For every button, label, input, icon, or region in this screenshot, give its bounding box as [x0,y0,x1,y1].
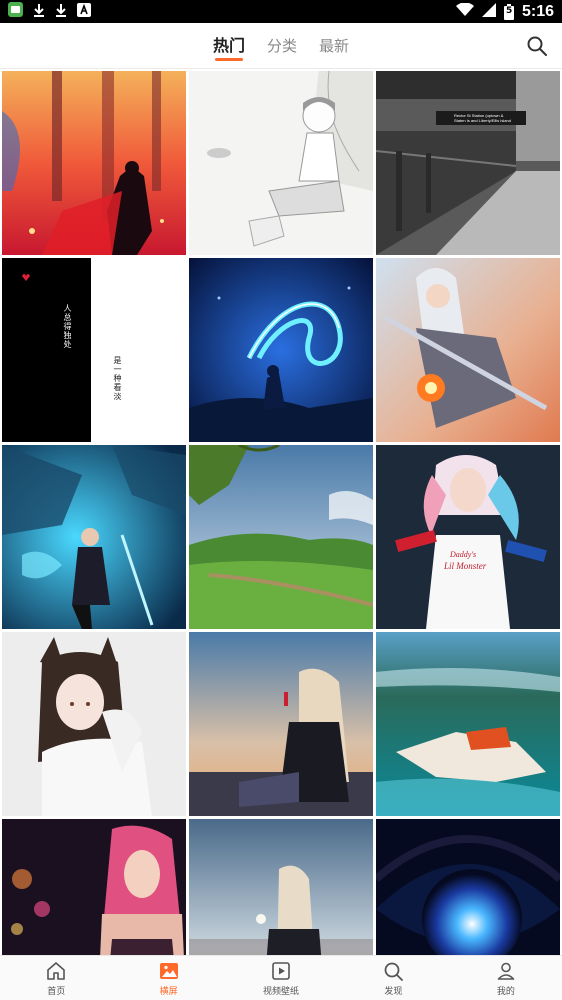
wallpaper-neon-city-girl[interactable] [2,819,186,955]
wallpaper-subway-station-platform[interactable]: Rector St Station (uptown & Staten Is an… [376,71,560,255]
wallpaper-girl-with-dandelion[interactable] [189,819,373,955]
battery-icon: 5 [503,3,514,20]
download-icon [33,3,45,21]
status-time: 5:16 [521,2,554,20]
shirt-text-1: Daddy's [449,550,476,559]
shirt-text-2: Lil Monster [443,561,487,571]
nav-home-label: 首页 [47,986,66,997]
wallpaper-text-1: 人总得独处 [63,304,72,349]
nav-video-wallpaper[interactable]: 视频壁纸 [225,956,337,1000]
wallpaper-underwater-swimmer[interactable] [376,632,560,816]
wallpaper-blue-armored-hero[interactable] [2,445,186,629]
wallpaper-blue-galaxy-eye[interactable] [376,819,560,955]
download-icon [55,3,67,21]
tab-category[interactable]: 分类 [267,23,297,69]
nav-discover-label: 发现 [384,986,403,997]
search-button[interactable] [526,35,548,57]
home-icon [47,961,66,980]
status-right-icons: 5 5:16 [455,1,554,21]
search-icon [527,36,547,56]
wallpaper-white-haired-swordsman[interactable] [376,258,560,442]
signal-icon [481,2,496,21]
nav-landscape[interactable]: 横屏 [112,956,224,1000]
nav-video-wallpaper-label: 视频壁纸 [263,986,300,997]
status-bar: 5 5:16 [0,0,562,23]
text-a-icon [77,2,91,21]
wallpaper-girl-sunset-city[interactable] [189,632,373,816]
wallpaper-green-hill-landscape[interactable] [189,445,373,629]
battery-level: 5 [505,5,513,16]
nav-profile-label: 我的 [496,986,515,997]
image-icon [159,962,178,979]
wallpaper-red-forest-warrior[interactable] [2,71,186,255]
status-left-icons [8,2,91,21]
wallpaper-blue-glowing-figure[interactable] [189,258,373,442]
search-icon [385,962,404,981]
subway-sign-line-2: Staten Is and Liberty/Ellis Island [454,118,511,123]
wifi-icon [455,1,474,21]
nav-home[interactable]: 首页 [0,956,112,1000]
video-icon [272,961,290,980]
tab-latest[interactable]: 最新 [319,23,349,69]
app-header: 热门 分类 最新 [0,23,562,69]
wallpaper-black-text[interactable]: 人总得独处 是一种看淡 [2,258,186,442]
nav-profile[interactable]: 我的 [450,956,562,1000]
nav-landscape-label: 横屏 [159,986,178,997]
wallpaper-harley-quinn-cosplay[interactable]: Daddy's Lil Monster [376,445,560,629]
wallpaper-grid: Rector St Station (uptown & Staten Is an… [0,69,562,955]
wallpaper-text-2: 是一种看淡 [113,356,122,401]
tab-hot[interactable]: 热门 [213,23,245,69]
tab-bar: 热门 分类 最新 [0,23,562,69]
person-icon [497,962,515,980]
app-icon [8,2,23,21]
bottom-nav: 首页 横屏 视频壁纸 发现 我的 [0,955,562,1000]
nav-discover[interactable]: 发现 [337,956,449,1000]
wallpaper-anime-cat-ear-girl[interactable] [2,632,186,816]
wallpaper-sketch-boy-under-tree[interactable] [189,71,373,255]
